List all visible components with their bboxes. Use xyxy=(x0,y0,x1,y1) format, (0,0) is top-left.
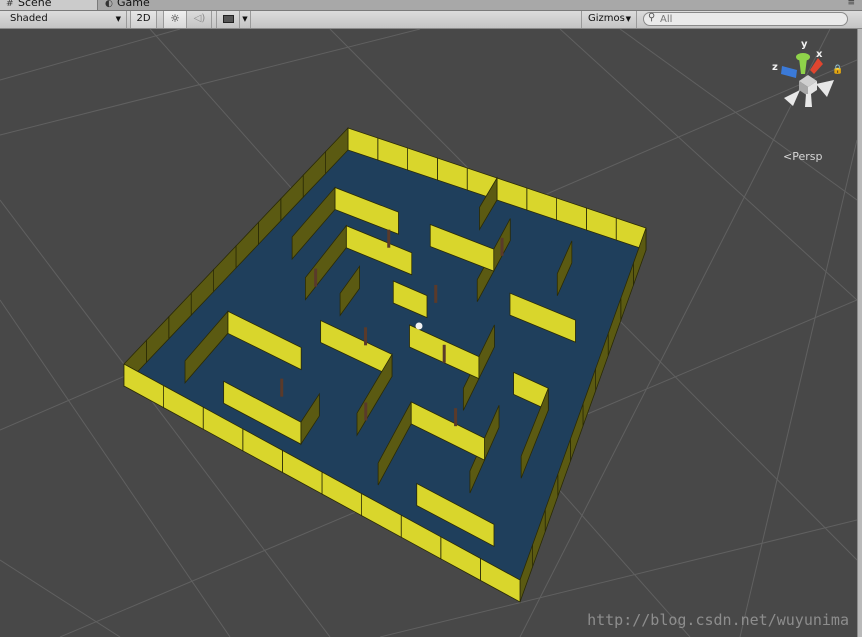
gizmos-label: Gizmos xyxy=(588,13,625,24)
tab-menu-icon[interactable]: ≡ xyxy=(847,0,854,8)
scene-toolbar: Shaded ▼ 2D ☼ ◁) ▼ Gizmos ▼ ⚲ xyxy=(0,11,862,29)
grid-line xyxy=(0,559,121,637)
image-icon xyxy=(223,15,234,23)
search-field[interactable]: ⚲ xyxy=(643,12,848,26)
gizmo-neg-z-cone[interactable] xyxy=(784,90,800,106)
player-ball xyxy=(415,322,423,330)
scene-viewport[interactable]: y x z 🔒 <Persp http://blog.csdn.net/wuyu… xyxy=(0,29,857,637)
tab-game[interactable]: ◐ Game xyxy=(99,0,179,10)
maze-post xyxy=(364,327,368,346)
maze-post xyxy=(442,344,446,363)
toggle-2d-button[interactable]: 2D xyxy=(130,11,157,28)
gizmos-dropdown[interactable]: Gizmos ▼ xyxy=(581,11,637,28)
effects-dropdown[interactable]: ▼ xyxy=(240,11,251,28)
effects-toggle-button[interactable] xyxy=(216,11,240,28)
scene-canvas: y x z xyxy=(0,29,857,637)
game-icon: ◐ xyxy=(105,0,113,9)
viewport-scrollbar[interactable] xyxy=(857,29,862,637)
gizmo-neg-x-cone[interactable] xyxy=(816,80,834,97)
chevron-down-icon: ▼ xyxy=(242,15,248,23)
gizmo-z-axis-cone[interactable] xyxy=(781,66,797,78)
speaker-icon: ◁) xyxy=(193,13,206,24)
gizmo-y-axis-stem xyxy=(799,58,807,74)
draw-mode-dropdown[interactable]: Shaded ▼ xyxy=(0,11,127,28)
lock-icon[interactable]: 🔒 xyxy=(832,65,843,75)
search-icon: ⚲ xyxy=(648,12,656,23)
projection-label: Persp xyxy=(792,150,823,163)
grid-line xyxy=(739,139,857,637)
maze-post xyxy=(280,378,284,397)
chevron-down-icon: ▼ xyxy=(625,15,631,23)
grid-line xyxy=(0,29,421,136)
unity-scene-window: # Scene ◐ Game ≡ Shaded ▼ 2D ☼ ◁) ▼ Gizmos… xyxy=(0,0,862,637)
orientation-gizmo[interactable]: y x z xyxy=(772,39,834,107)
chevron-down-icon: ▼ xyxy=(115,15,121,23)
tab-game-label: Game xyxy=(117,0,150,9)
grid-line xyxy=(0,29,181,81)
draw-mode-label: Shaded xyxy=(10,13,48,24)
watermark-text: http://blog.csdn.net/wuyunima xyxy=(587,611,849,629)
maze-post xyxy=(364,402,368,421)
lighting-toggle-button[interactable]: ☼ xyxy=(163,11,187,28)
maze-post xyxy=(314,268,318,287)
search-input[interactable] xyxy=(660,13,840,25)
gizmo-x-axis-cone[interactable] xyxy=(810,58,823,74)
maze-post xyxy=(387,229,391,248)
tab-scene-label: Scene xyxy=(18,0,52,9)
maze-post xyxy=(434,284,438,303)
gizmo-z-label: z xyxy=(772,62,778,73)
audio-toggle-button[interactable]: ◁) xyxy=(188,11,212,28)
maze-post xyxy=(454,408,458,427)
projection-toggle[interactable]: <Persp xyxy=(783,150,822,163)
gizmo-neg-y-cone[interactable] xyxy=(805,94,812,107)
maze-post xyxy=(500,237,504,256)
sun-icon: ☼ xyxy=(170,12,180,25)
persp-icon: < xyxy=(783,150,793,163)
scene-icon: # xyxy=(6,0,14,9)
gizmo-x-label: x xyxy=(816,49,823,60)
tab-bar: # Scene ◐ Game ≡ xyxy=(0,0,862,11)
tab-scene[interactable]: # Scene xyxy=(0,0,98,10)
gizmo-y-label: y xyxy=(801,39,808,50)
